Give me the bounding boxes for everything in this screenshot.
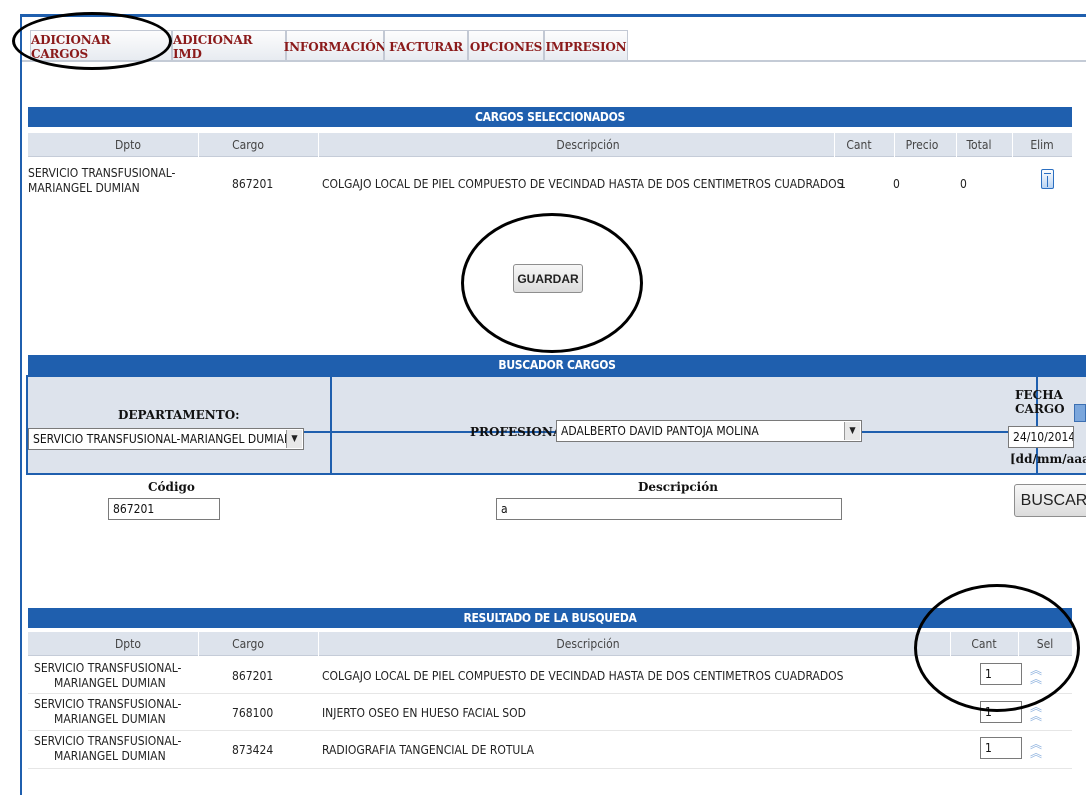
- col-total: Total: [966, 138, 992, 152]
- departamento-value: SERVICIO TRANSFUSIONAL-MARIANGEL DUMIAN: [33, 432, 293, 446]
- selected-table-header: Dpto Cargo Descripción Cant Precio Total…: [28, 133, 1072, 157]
- selected-dpto-line2: MARIANGEL DUMIAN: [28, 181, 140, 195]
- col-descripcion: Descripción: [556, 138, 620, 152]
- col-descripcion: Descripción: [556, 637, 620, 651]
- fecha-input[interactable]: 24/10/2014: [1008, 426, 1074, 448]
- results-table-header: Dpto Cargo Descripción Cant Sel: [28, 632, 1072, 656]
- codigo-label: Código: [148, 480, 195, 494]
- selected-dpto-line1: SERVICIO TRANSFUSIONAL-: [28, 166, 176, 180]
- col-cargo: Cargo: [232, 138, 264, 152]
- descripcion-label: Descripción: [638, 480, 718, 494]
- search-button[interactable]: BUSCAR: [1014, 484, 1086, 517]
- result-dpto-line2: MARIANGEL DUMIAN: [54, 712, 166, 726]
- col-cargo: Cargo: [232, 637, 264, 651]
- double-chevron-up-icon[interactable]: ︽ ︽: [1029, 738, 1043, 759]
- codigo-input[interactable]: 867201: [108, 498, 220, 520]
- selected-cant: 1: [839, 177, 846, 191]
- tab-underline: [22, 60, 1086, 62]
- frame-top-border: [20, 14, 1086, 17]
- fecha-hint: [dd/mm/aaaa: [1010, 452, 1086, 466]
- descripcion-input[interactable]: a: [496, 498, 842, 520]
- tab-adicionar-cargos[interactable]: ADICIONAR CARGOS: [30, 30, 172, 62]
- result-dpto-line2: MARIANGEL DUMIAN: [54, 749, 166, 763]
- departamento-select[interactable]: SERVICIO TRANSFUSIONAL-MARIANGEL DUMIAN …: [28, 428, 304, 450]
- col-precio: Precio: [905, 138, 939, 152]
- result-cant-input[interactable]: 1: [980, 701, 1022, 723]
- profesional-value: ADALBERTO DAVID PANTOJA MOLINA: [561, 424, 759, 438]
- col-sel: Sel: [1036, 637, 1054, 651]
- profesional-select[interactable]: ADALBERTO DAVID PANTOJA MOLINA ▼: [556, 420, 862, 442]
- col-dpto: Dpto: [114, 637, 141, 651]
- result-cargo: 867201: [232, 669, 274, 683]
- result-descripcion: COLGAJO LOCAL DE PIEL COMPUESTO DE VECIN…: [322, 669, 844, 683]
- tab-impresion[interactable]: IMPRESION: [544, 30, 628, 62]
- selected-descripcion: COLGAJO LOCAL DE PIEL COMPUESTO DE VECIN…: [322, 177, 844, 191]
- selected-cargo: 867201: [232, 177, 274, 191]
- col-dpto: Dpto: [114, 138, 141, 152]
- search-title: BUSCADOR CARGOS: [28, 355, 1086, 375]
- selected-total: 0: [960, 177, 967, 191]
- result-cant-input[interactable]: 1: [980, 663, 1022, 685]
- selected-charges-title: CARGOS SELECCIONADOS: [28, 107, 1072, 127]
- selected-precio: 0: [893, 177, 900, 191]
- double-chevron-up-icon[interactable]: ︽ ︽: [1029, 664, 1043, 685]
- chevron-down-icon[interactable]: ▼: [286, 430, 302, 448]
- save-button[interactable]: GUARDAR: [513, 264, 583, 293]
- result-dpto-line2: MARIANGEL DUMIAN: [54, 676, 166, 690]
- result-descripcion: RADIOGRAFIA TANGENCIAL DE ROTULA: [322, 743, 535, 757]
- results-title: RESULTADO DE LA BUSQUEDA: [28, 608, 1072, 628]
- result-dpto-line1: SERVICIO TRANSFUSIONAL-: [34, 734, 182, 748]
- calendar-icon[interactable]: [1074, 404, 1086, 422]
- double-chevron-up-icon[interactable]: ︽ ︽: [1029, 701, 1043, 722]
- result-descripcion: INJERTO OSEO EN HUESO FACIAL SOD: [322, 706, 526, 720]
- tab-bar: ADICIONAR CARGOS ADICIONAR IMD INFORMACI…: [22, 26, 1086, 64]
- tab-opciones[interactable]: OPCIONES: [468, 30, 544, 62]
- result-dpto-line1: SERVICIO TRANSFUSIONAL-: [34, 661, 182, 675]
- result-dpto-line1: SERVICIO TRANSFUSIONAL-: [34, 697, 182, 711]
- trash-icon[interactable]: [1041, 169, 1054, 189]
- tab-adicionar-imd[interactable]: ADICIONAR IMD: [172, 30, 286, 62]
- col-cant: Cant: [971, 637, 997, 651]
- result-cargo: 873424: [232, 743, 274, 757]
- col-elim: Elim: [1030, 138, 1054, 152]
- result-cant-input[interactable]: 1: [980, 737, 1022, 759]
- chevron-down-icon[interactable]: ▼: [844, 422, 860, 440]
- tab-facturar[interactable]: FACTURAR: [384, 30, 468, 62]
- col-cant: Cant: [846, 138, 872, 152]
- departamento-label: DEPARTAMENTO:: [118, 408, 240, 422]
- tab-informacion[interactable]: INFORMACIÓN: [284, 30, 386, 62]
- frame-left-border: [20, 14, 22, 795]
- result-cargo: 768100: [232, 706, 274, 720]
